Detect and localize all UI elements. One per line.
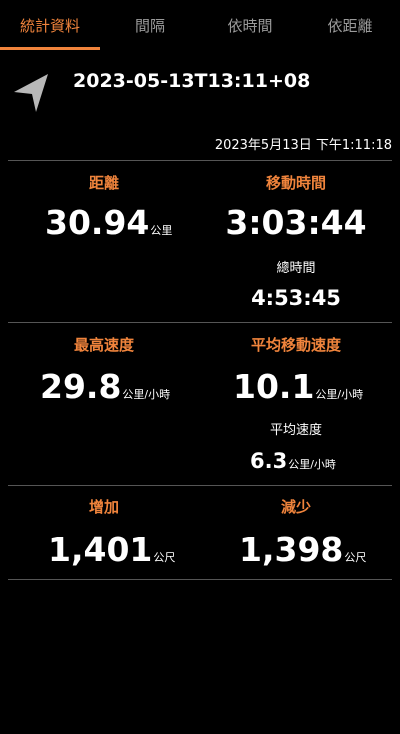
distance-unit: 公里 — [150, 224, 173, 237]
tab-by-distance[interactable]: 依距離 — [300, 0, 400, 50]
avg-speed-number: 6.3 — [250, 449, 288, 473]
track-title: 2023-05-13T13:11+08 — [73, 70, 311, 92]
total-time-label: 總時間 — [276, 261, 316, 276]
avg-moving-speed-number: 10.1 — [233, 367, 315, 406]
track-timestamp: 2023年5月13日 下午1:11:18 — [214, 138, 392, 153]
elevation-loss-label: 減少 — [280, 498, 311, 516]
elevation-gain-label: 增加 — [88, 498, 119, 516]
avg-moving-speed-value: 10.1公里/小時 — [233, 367, 363, 406]
distance-value: 30.94公里 — [45, 203, 172, 242]
navigation-arrow-icon — [10, 70, 52, 114]
elevation-gain-unit: 公尺 — [153, 551, 176, 564]
distance-label: 距離 — [88, 174, 119, 192]
avg-speed-unit: 公里/小時 — [288, 458, 336, 471]
moving-time-label: 移動時間 — [265, 174, 326, 192]
active-tab-indicator — [0, 47, 100, 50]
avg-moving-speed-unit: 公里/小時 — [315, 388, 364, 401]
max-speed-unit: 公里/小時 — [122, 388, 171, 401]
tab-intervals[interactable]: 間隔 — [100, 0, 200, 50]
divider — [8, 485, 392, 486]
elevation-gain-number: 1,401 — [48, 530, 153, 569]
avg-speed-label: 平均速度 — [269, 423, 322, 438]
distance-number: 30.94 — [45, 203, 150, 242]
tab-statistics[interactable]: 統計資料 — [0, 0, 100, 50]
elevation-gain-value: 1,401公尺 — [48, 530, 175, 569]
tab-by-time[interactable]: 依時間 — [200, 0, 300, 50]
moving-time-value: 3:03:44 — [225, 203, 367, 242]
divider — [8, 579, 392, 580]
elevation-loss-unit: 公尺 — [344, 551, 367, 564]
avg-speed-value: 6.3公里/小時 — [250, 449, 336, 473]
tab-bar: 統計資料 間隔 依時間 依距離 — [0, 0, 400, 50]
divider — [8, 160, 392, 161]
avg-moving-speed-label: 平均移動速度 — [250, 336, 341, 354]
elevation-loss-value: 1,398公尺 — [239, 530, 366, 569]
elevation-loss-number: 1,398 — [239, 530, 344, 569]
max-speed-number: 29.8 — [40, 367, 122, 406]
max-speed-value: 29.8公里/小時 — [40, 367, 170, 406]
divider — [8, 322, 392, 323]
max-speed-label: 最高速度 — [73, 336, 134, 354]
total-time-value: 4:53:45 — [251, 286, 341, 310]
